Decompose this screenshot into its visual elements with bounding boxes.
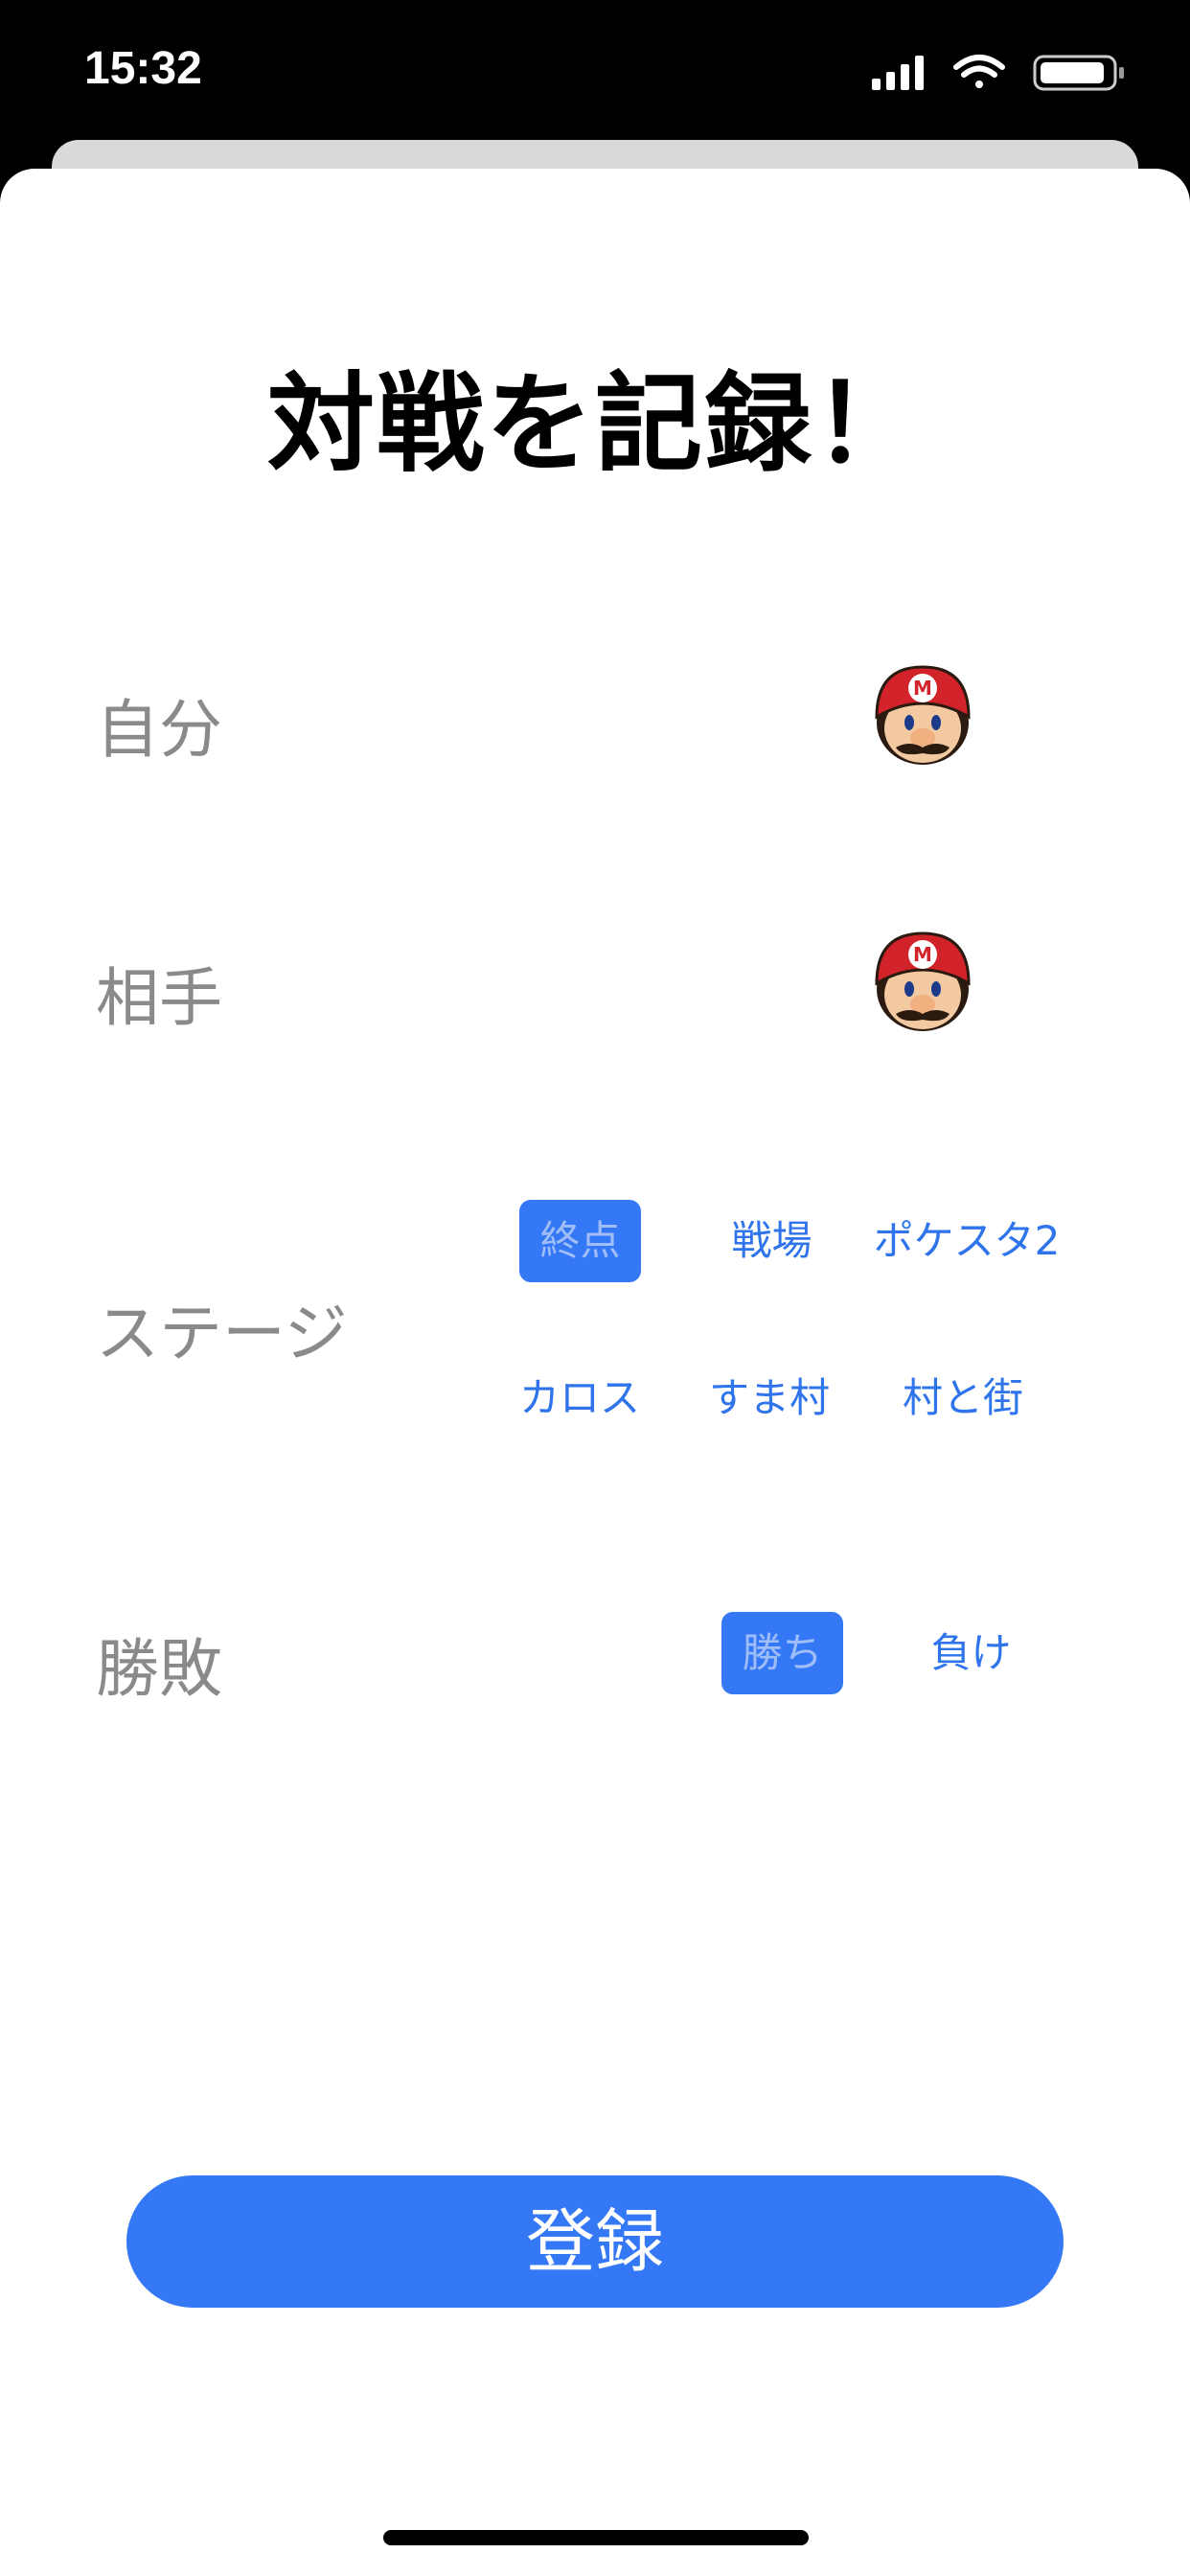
status-bar: 15:32 <box>0 0 1190 144</box>
signal-icon <box>872 56 924 90</box>
self-character-button[interactable]: M <box>867 659 978 770</box>
svg-text:M: M <box>913 943 932 966</box>
opponent-character-button[interactable]: M <box>867 926 978 1037</box>
stage-option-kalos[interactable]: カロス <box>508 1357 652 1439</box>
stage-option-smashville[interactable]: すま村 <box>698 1357 841 1439</box>
stage-option-final-destination[interactable]: 終点 <box>519 1200 641 1282</box>
result-option-win[interactable]: 勝ち <box>721 1612 843 1694</box>
wifi-icon <box>953 55 1005 88</box>
status-time: 15:32 <box>84 43 202 94</box>
mario-icon: M <box>875 932 971 1031</box>
result-label: 勝敗 <box>96 1632 222 1706</box>
svg-text:M: M <box>913 677 932 700</box>
status-icons <box>872 54 1133 92</box>
result-option-lose[interactable]: 負け <box>910 1612 1032 1694</box>
mario-icon: M <box>875 665 971 765</box>
register-button[interactable]: 登録 <box>126 2175 1064 2308</box>
page-title: 対戦を記録！ <box>267 362 923 487</box>
opponent-label: 相手 <box>96 961 222 1035</box>
battery-icon <box>1033 55 1124 91</box>
stage-label: ステージ <box>96 1297 348 1370</box>
home-indicator[interactable] <box>383 2530 809 2545</box>
stage-option-town-and-city[interactable]: 村と街 <box>891 1357 1035 1439</box>
stage-option-battlefield[interactable]: 戦場 <box>711 1200 833 1282</box>
stage-option-pokemon-stadium-2[interactable]: ポケスタ2 <box>862 1200 1071 1282</box>
self-label: 自分 <box>96 693 222 767</box>
